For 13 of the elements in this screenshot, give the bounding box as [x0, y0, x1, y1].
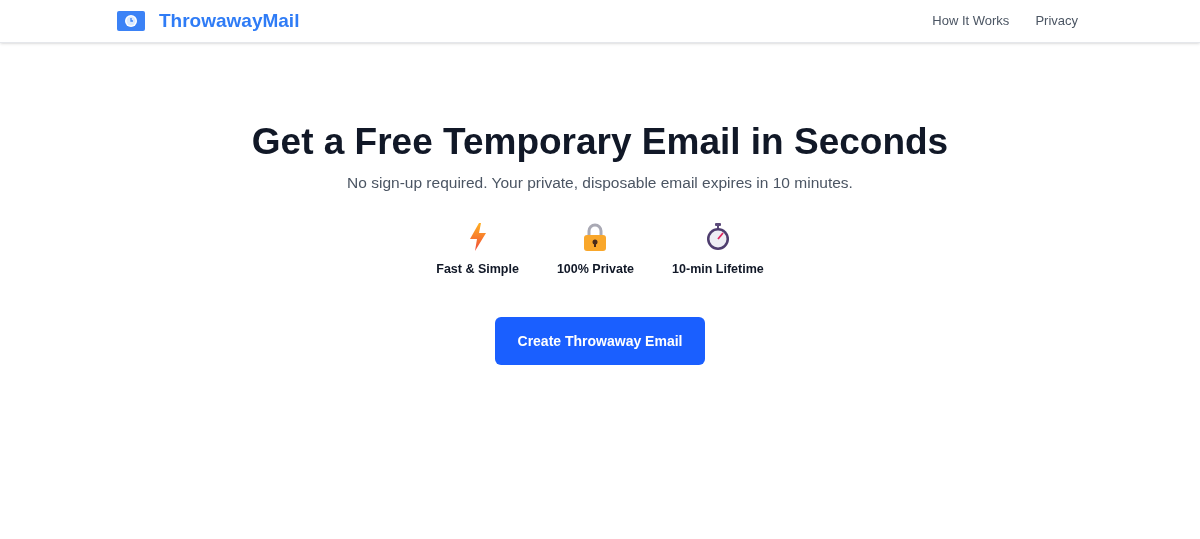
nav-link[interactable]: Privacy: [1035, 11, 1078, 31]
padlock-icon: [583, 223, 608, 252]
stopwatch-icon: [704, 223, 731, 252]
create-email-button[interactable]: Create Throwaway Email: [495, 317, 705, 365]
brand-name[interactable]: ThrowawayMail: [159, 6, 300, 36]
hero-title: Get a Free Temporary Email in Seconds: [251, 120, 949, 164]
nav-link[interactable]: How It Works: [932, 11, 1010, 31]
hero-subtitle: No sign-up required. Your private, disposable email expires in 10 minutes.: [347, 173, 853, 193]
feature-label: Fast & Simple: [436, 261, 519, 279]
feature-label: 10-min Lifetime: [672, 261, 764, 279]
feature-label: 100% Private: [556, 261, 635, 279]
clock-logo-icon: [117, 11, 145, 31]
lightning-bolt-icon: [468, 223, 487, 252]
